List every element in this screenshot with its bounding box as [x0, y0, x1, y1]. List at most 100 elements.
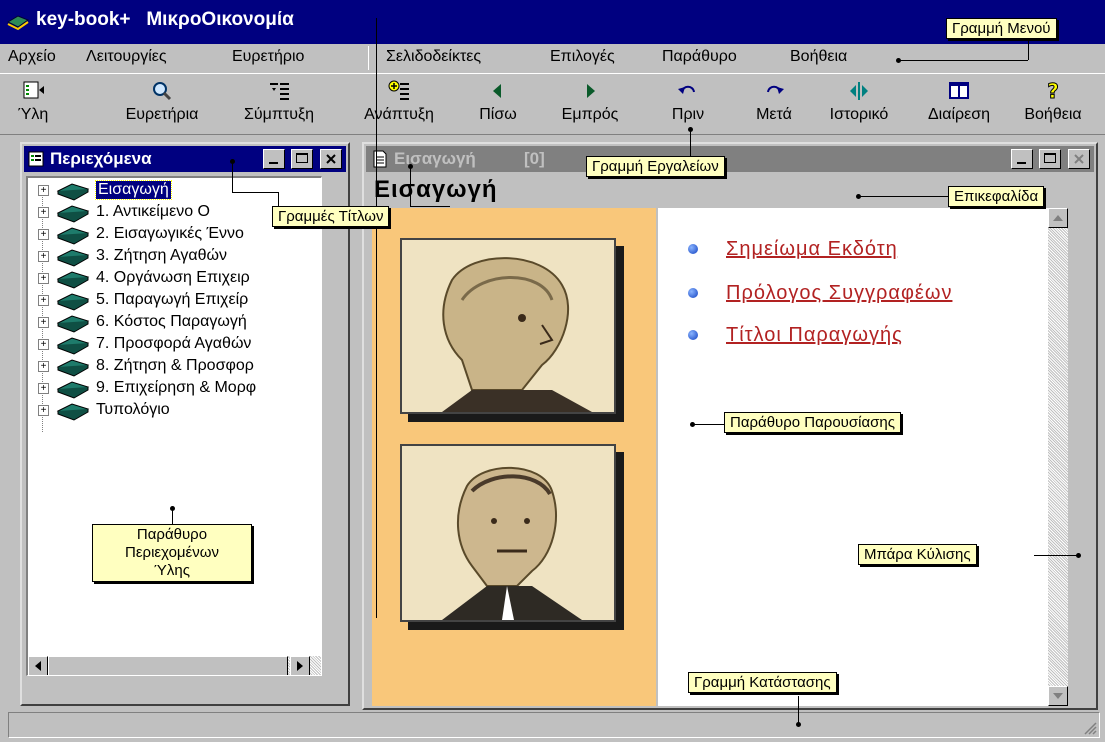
callout-leader [798, 696, 799, 724]
expand-node-icon[interactable]: + [38, 229, 49, 240]
forward-label: Εμπρός [561, 106, 619, 123]
expand-node-icon[interactable]: + [38, 273, 49, 284]
callout-heading: Επικεφαλίδα [948, 186, 1045, 207]
expand-node-icon[interactable]: + [38, 185, 49, 196]
topics-button[interactable]: Ύλη [10, 80, 56, 124]
production-credits-link[interactable]: Τίτλοι Παραγωγής [726, 324, 903, 347]
title-bar[interactable]: key-book+ ΜικροΟικονομία [0, 0, 1105, 44]
expand-node-icon[interactable]: + [38, 317, 49, 328]
tree-item[interactable]: + Εισαγωγή [30, 180, 310, 202]
tree-item[interactable]: + 8. Ζήτηση & Προσφορ [30, 356, 310, 378]
back-button[interactable]: Πίσω [470, 80, 526, 124]
tree-item[interactable]: + 3. Ζήτηση Αγαθών [30, 246, 310, 268]
contents-window-icon [28, 151, 44, 167]
maximize-button[interactable] [291, 149, 314, 169]
callout-leader [860, 196, 948, 197]
close-icon [1074, 154, 1084, 164]
tree-item[interactable]: + 9. Επιχείρηση & Μορφ [30, 378, 310, 400]
book-icon [56, 183, 90, 201]
contents-title: Περιεχόμενα [50, 149, 152, 168]
presentation-vertical-scrollbar[interactable] [1048, 208, 1068, 706]
status-bar [8, 712, 1100, 738]
collapse-icon [270, 83, 289, 100]
tree-item[interactable]: + Τυπολόγιο [30, 400, 310, 422]
callout-leader [410, 206, 450, 207]
expand-node-icon[interactable]: + [38, 251, 49, 262]
minimize-button[interactable] [1010, 149, 1033, 169]
tree-item-label: 2. Εισαγωγικές Έννο [96, 225, 244, 242]
menu-index[interactable]: Ευρετήριο [232, 48, 304, 66]
presentation-title-bar[interactable]: Εισαγωγή [0] [366, 146, 1094, 172]
expand-node-icon[interactable]: + [38, 207, 49, 218]
tree-item-label: 4. Οργάνωση Επιχειρ [96, 269, 250, 286]
publisher-note-link[interactable]: Σημείωμα Εκδότη [726, 238, 898, 261]
expand-node-icon[interactable]: + [38, 361, 49, 372]
expand-node-icon[interactable]: + [38, 339, 49, 350]
tree-item[interactable]: + 1. Αντικείμενο Ο [30, 202, 310, 224]
split-button[interactable]: Διαίρεση [914, 80, 1004, 124]
tree-item[interactable]: + 7. Προσφορά Αγαθών [30, 334, 310, 356]
scroll-right-button[interactable] [290, 656, 310, 675]
tree-item[interactable]: + 6. Κόστος Παραγωγή [30, 312, 310, 334]
search-icon [153, 82, 172, 101]
arrow-up-icon [1053, 215, 1063, 221]
indexes-button[interactable]: Ευρετήρια [110, 80, 214, 124]
contents-horizontal-scrollbar[interactable] [28, 656, 321, 675]
contents-title-bar[interactable]: Περιεχόμενα [24, 146, 346, 172]
close-button[interactable] [1068, 149, 1090, 169]
book-icon [56, 337, 90, 355]
menu-help[interactable]: Βοήθεια [790, 48, 847, 66]
menu-file[interactable]: Αρχείο [8, 48, 56, 66]
scroll-left-button[interactable] [28, 656, 48, 675]
expand-node-icon[interactable]: + [38, 383, 49, 394]
forward-icon [587, 84, 595, 98]
next-button[interactable]: Μετά [746, 80, 802, 124]
expand-node-icon[interactable]: + [38, 295, 49, 306]
callout-dot [796, 722, 801, 727]
history-button[interactable]: Ιστορικό [812, 80, 906, 124]
scroll-up-button[interactable] [1048, 208, 1068, 228]
presentation-title: Εισαγωγή [394, 149, 476, 168]
tree-item[interactable]: + 2. Εισαγωγικές Έννο [30, 224, 310, 246]
tree-item[interactable]: + 5. Παραγωγή Επιχείρ [30, 290, 310, 312]
tree-item-label: 6. Κόστος Παραγωγή [96, 313, 247, 330]
expand-node-icon[interactable]: + [38, 405, 49, 416]
book-icon [56, 205, 90, 223]
close-icon [326, 154, 336, 164]
menu-window[interactable]: Παράθυρο [662, 48, 737, 66]
expand-button[interactable]: Ανάπτυξη [352, 80, 446, 124]
tree-item[interactable]: + 4. Οργάνωση Επιχειρ [30, 268, 310, 290]
callout-contents-line-2: Περιεχομένων [125, 544, 219, 561]
help-button[interactable]: ? Βοήθεια [1006, 80, 1100, 124]
topics-icon [23, 81, 44, 99]
close-button[interactable] [320, 149, 342, 169]
portrait-image-top [400, 238, 616, 414]
arrow-right-icon [297, 661, 303, 671]
scroll-down-button[interactable] [1048, 686, 1068, 706]
minimize-button[interactable] [262, 149, 285, 169]
collapse-button[interactable]: Σύμπτυξη [234, 80, 324, 124]
resize-grip-icon[interactable] [1083, 721, 1097, 735]
bullet-icon [688, 244, 698, 254]
callout-toolbar: Γραμμή Εργαλείων [586, 156, 725, 177]
back-icon [493, 84, 501, 98]
contents-window-controls [261, 149, 342, 174]
scroll-thumb-horizontal[interactable] [48, 656, 288, 675]
callout-leader [900, 60, 1028, 61]
tree-item-label: 5. Παραγωγή Επιχείρ [96, 291, 249, 308]
menu-bookmarks[interactable]: Σελιδοδείκτες [386, 48, 481, 66]
forward-button[interactable]: Εμπρός [556, 80, 624, 124]
callout-scrollbar: Μπάρα Κύλισης [858, 544, 977, 565]
expand-label: Ανάπτυξη [364, 106, 434, 123]
toolbar: Ύλη Ευρετήρια Σύμπτυξη Ανάπτυξη Πίσω Εμπ… [0, 73, 1105, 135]
app-title: key-book+ ΜικροΟικονομία [36, 9, 294, 31]
menu-options[interactable]: Επιλογές [550, 48, 615, 66]
maximize-button[interactable] [1039, 149, 1062, 169]
previous-button[interactable]: Πριν [660, 80, 716, 124]
callout-leader [1028, 40, 1029, 60]
callout-presentation: Παράθυρο Παρουσίασης [724, 412, 901, 433]
tree-item-label: 8. Ζήτηση & Προσφορ [96, 357, 254, 374]
authors-preface-link[interactable]: Πρόλογος Συγγραφέων [726, 282, 952, 305]
document-name: ΜικροΟικονομία [146, 9, 294, 30]
menu-functions[interactable]: Λειτουργίες [86, 48, 167, 66]
